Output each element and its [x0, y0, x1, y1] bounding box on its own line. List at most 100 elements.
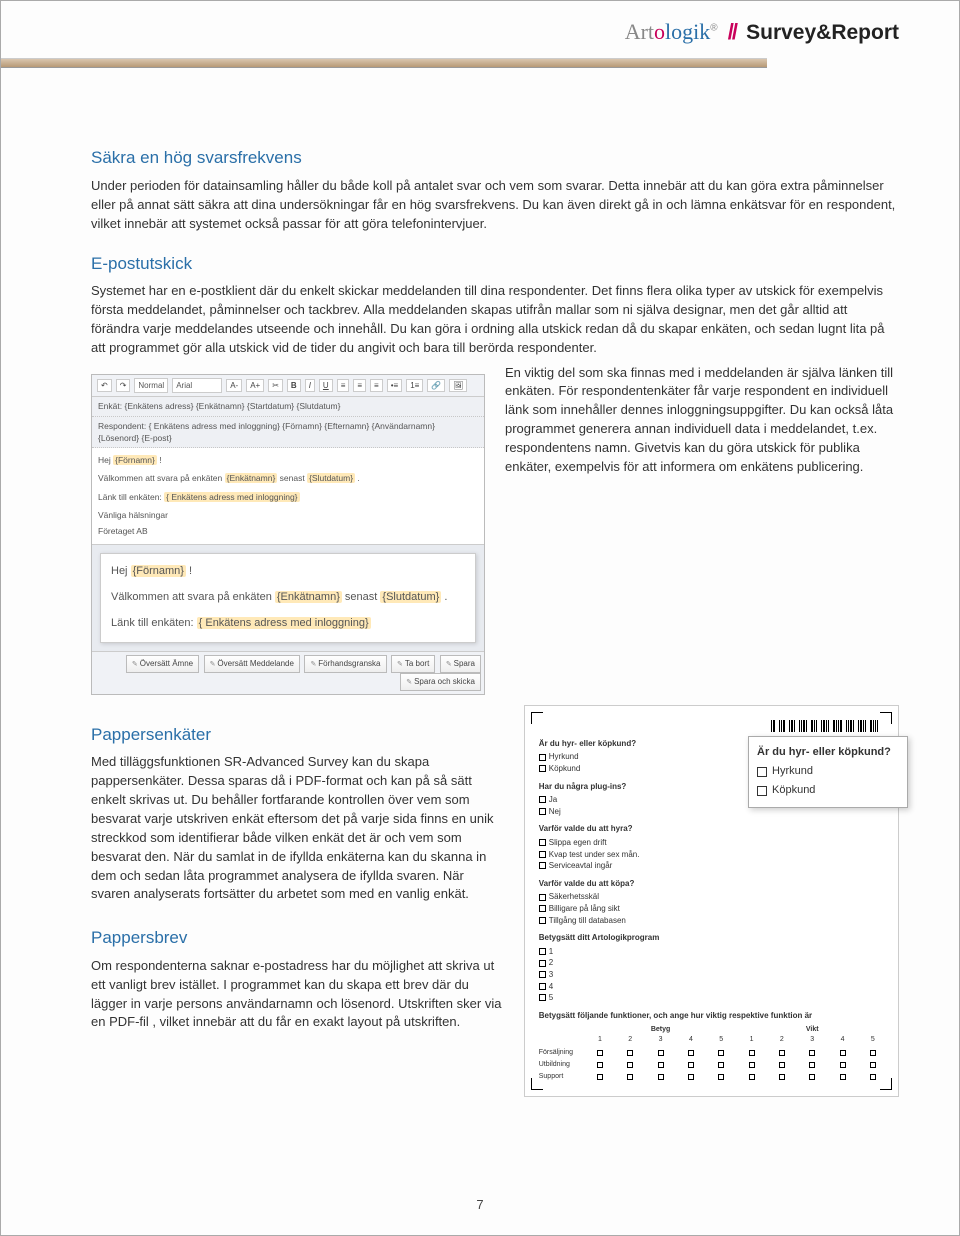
checkbox-icon: [809, 1050, 815, 1056]
section-body-response-rate: Under perioden för datainsamling håller …: [91, 177, 899, 234]
section-heading-paper-surveys: Pappersenkäter: [91, 723, 506, 748]
checkbox-icon: [539, 960, 546, 967]
paper-survey-screenshot: Är du hyr- eller köpkund? Hyrkund Köpkun…: [524, 705, 899, 1097]
merge-tag-firstname: {Förnamn}: [113, 455, 157, 465]
paper-text-column: Pappersenkäter Med tilläggsfunktionen SR…: [91, 705, 506, 1097]
editor-footer-buttons: Översätt Ämne Översätt Meddelande Förhan…: [92, 651, 484, 694]
checkbox-icon: [658, 1074, 664, 1080]
email-two-column: ↶ ↷ Normal Arial A- A+ ✂ B I U ≡ ≡ ≡ •≡: [91, 364, 899, 695]
checkbox-icon: [627, 1074, 633, 1080]
checkbox-icon: [539, 917, 546, 924]
merge-tags-respondent: { Enkätens adress med inloggning} {Förna…: [98, 421, 435, 443]
delete-button[interactable]: Ta bort: [391, 655, 435, 673]
merge-tag-loginlink: { Enkätens adress med inloggning}: [197, 617, 371, 629]
grid-group-weight: Vikt: [736, 1025, 888, 1035]
underline-icon[interactable]: U: [319, 379, 333, 393]
paper-zoom-callout: Är du hyr- eller köpkund? Hyrkund Köpkun…: [748, 736, 908, 808]
editor-line2: Välkommen att svara på enkäten {Enkätnam…: [98, 472, 478, 484]
merge-tags-survey: {Enkätens adress} {Enkätnamn} {Startdatu…: [124, 401, 340, 411]
paper-q3-opt2: Kvap test under sex mån.: [539, 849, 888, 861]
link-icon[interactable]: 🔗: [427, 379, 445, 393]
checkbox-icon: [539, 894, 546, 901]
list-number-icon[interactable]: 1≡: [406, 379, 423, 393]
checkbox-icon: [539, 839, 546, 846]
logo-slashes: //: [728, 19, 736, 44]
checkbox-icon: [539, 905, 546, 912]
section-heading-email: E-postutskick: [91, 252, 899, 277]
logo-registered: ®: [710, 23, 717, 34]
paper-q5-opt3: 3: [539, 969, 888, 981]
checkbox-icon: [840, 1050, 846, 1056]
checkbox-icon: [870, 1050, 876, 1056]
email-editor-column: ↶ ↷ Normal Arial A- A+ ✂ B I U ≡ ≡ ≡ •≡: [91, 364, 485, 695]
logo-part-art: Art: [625, 19, 654, 44]
align-center-icon[interactable]: ≡: [353, 379, 366, 393]
list-bullet-icon[interactable]: •≡: [387, 379, 402, 393]
paper-q5-opt4: 4: [539, 981, 888, 993]
preview-button[interactable]: Förhandsgranska: [304, 655, 386, 673]
checkbox-icon: [779, 1062, 785, 1068]
translate-message-button[interactable]: Översätt Meddelande: [204, 655, 300, 673]
checkbox-icon: [749, 1050, 755, 1056]
checkbox-icon: [757, 786, 767, 796]
crop-mark-icon: [880, 1078, 892, 1090]
paper-two-column: Pappersenkäter Med tilläggsfunktionen SR…: [91, 705, 899, 1097]
italic-icon[interactable]: I: [305, 379, 315, 393]
editor-line1: Hej {Förnamn} !: [98, 454, 478, 466]
translate-subject-button[interactable]: Översätt Ämne: [126, 655, 199, 673]
editor-preview-popup: Hej {Förnamn} ! Välkommen att svara på e…: [100, 553, 476, 643]
paper-q4: Varför valde du att köpa?: [539, 878, 888, 890]
grid-header-numbers: 1 2 3 4 5 1 2 3 4 5: [539, 1035, 888, 1045]
save-send-button[interactable]: Spara och skicka: [400, 673, 481, 691]
bold-icon[interactable]: B: [287, 379, 301, 393]
cut-icon[interactable]: ✂: [268, 379, 283, 393]
page-number: 7: [1, 1196, 959, 1215]
font-size-decrease-icon[interactable]: A-: [226, 379, 242, 393]
merge-tag-enddate: {Slutdatum}: [307, 473, 355, 483]
checkbox-icon: [627, 1050, 633, 1056]
editor-line4: Vänliga hälsningar: [98, 509, 478, 521]
image-icon[interactable]: 🖼: [449, 379, 467, 393]
font-size-increase-icon[interactable]: A+: [246, 379, 264, 393]
redo-icon[interactable]: ↷: [116, 379, 131, 393]
align-left-icon[interactable]: ≡: [337, 379, 350, 393]
barcode-icon: [535, 720, 888, 732]
preview-line2: Välkommen att svara på enkäten {Enkätnam…: [111, 590, 465, 606]
undo-icon[interactable]: ↶: [97, 379, 112, 393]
checkbox-icon: [539, 808, 546, 815]
checkbox-icon: [718, 1050, 724, 1056]
checkbox-icon: [597, 1062, 603, 1068]
zoom-opt2: Köpkund: [757, 783, 899, 799]
zoom-opt1: Hyrkund: [757, 764, 899, 780]
crop-mark-icon: [880, 712, 892, 724]
section-heading-response-rate: Säkra en hög svarsfrekvens: [91, 146, 899, 171]
checkbox-icon: [539, 765, 546, 772]
preview-line1: Hej {Förnamn} !: [111, 564, 465, 580]
checkbox-icon: [539, 796, 546, 803]
grid-row-sales: Försäljning: [539, 1048, 888, 1058]
grid-group-rating: Betyg: [585, 1025, 737, 1035]
paper-q4-opt3: Tillgång till databasen: [539, 915, 888, 927]
font-select[interactable]: Arial: [172, 378, 222, 394]
merge-tag-enddate: {Slutdatum}: [380, 591, 441, 603]
logo-product-name: Survey&Report: [746, 21, 899, 44]
style-select[interactable]: Normal: [134, 378, 168, 394]
checkbox-icon: [688, 1074, 694, 1080]
decorative-band: [1, 58, 767, 68]
checkbox-icon: [779, 1074, 785, 1080]
section-body-email-1: Systemet har en e-postklient där du enke…: [91, 282, 899, 357]
checkbox-icon: [870, 1074, 876, 1080]
save-button[interactable]: Spara: [440, 655, 481, 673]
merge-tag-surveyname: {Enkätnamn}: [275, 591, 342, 603]
checkbox-icon: [718, 1062, 724, 1068]
grid-header-groups: Betyg Vikt: [539, 1025, 888, 1035]
paper-q6: Betygsätt följande funktioner, och ange …: [539, 1010, 888, 1022]
paper-q6-grid: Betyg Vikt 1 2 3 4 5 1 2 3: [539, 1025, 888, 1082]
product-logo: Artologik® // Survey&Report: [625, 16, 899, 48]
editor-textarea[interactable]: Hej {Förnamn} ! Välkommen att svara på e…: [92, 448, 484, 545]
checkbox-icon: [597, 1050, 603, 1056]
align-right-icon[interactable]: ≡: [370, 379, 383, 393]
page-header: Artologik® // Survey&Report: [1, 1, 959, 58]
paper-q5: Betygsätt ditt Artologikprogram: [539, 932, 888, 944]
grid-row-support: Support: [539, 1072, 888, 1082]
